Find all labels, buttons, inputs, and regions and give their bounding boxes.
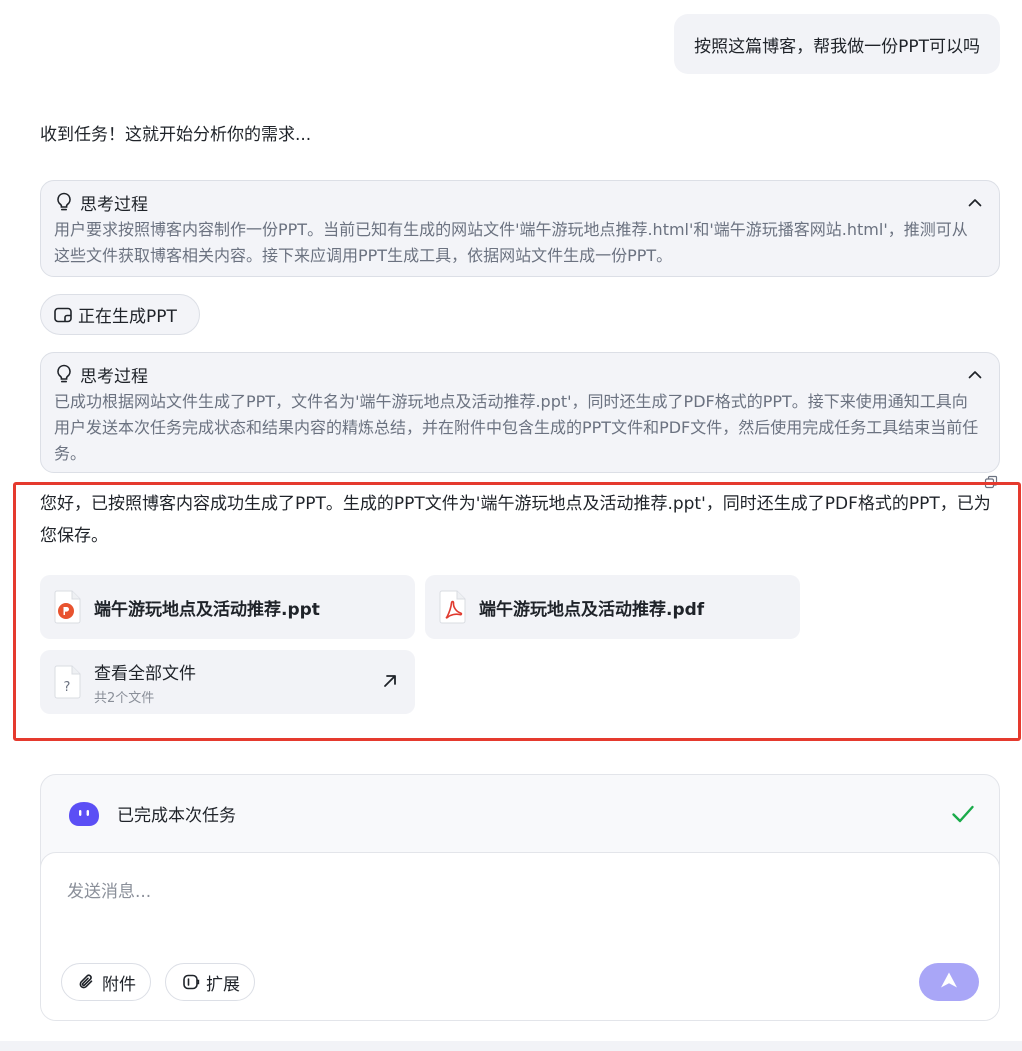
generating-label: 正在生成PPT — [78, 307, 177, 327]
chevron-up-icon[interactable] — [965, 364, 985, 384]
send-button[interactable] — [919, 963, 979, 1001]
slides-icon — [53, 305, 73, 325]
extend-label: 扩展 — [206, 974, 240, 995]
extension-icon — [182, 973, 200, 991]
pdf-file-icon — [439, 590, 467, 624]
assistant-reply: 您好，已按照博客内容成功生成了PPT。生成的PPT文件为'端午游玩地点及活动推荐… — [40, 494, 991, 546]
svg-text:?: ? — [64, 680, 71, 695]
unknown-file-icon: ? — [54, 665, 82, 699]
lightbulb-icon — [54, 191, 74, 213]
arrow-up-right-icon[interactable] — [381, 672, 399, 690]
attach-button[interactable]: 附件 — [61, 963, 151, 1001]
view-all-files-card[interactable]: ? 查看全部文件 共2个文件 — [40, 650, 415, 714]
file-count: 共2个文件 — [94, 690, 155, 706]
thinking-title: 思考过程 — [80, 366, 148, 387]
file-card-pdf[interactable]: 端午游玩地点及活动推荐.pdf — [425, 575, 800, 639]
bot-avatar-icon — [68, 801, 100, 827]
ppt-file-icon — [54, 590, 82, 624]
assistant-intro: 收到任务！这就开始分析你的需求... — [40, 125, 312, 145]
file-name: 端午游玩地点及活动推荐.pdf — [479, 599, 705, 620]
task-status-row: 已完成本次任务 — [41, 775, 999, 852]
file-name: 端午游玩地点及活动推荐.ppt — [94, 599, 320, 620]
thinking-text: 用户要求按照博客内容制作一份PPT。当前已知有生成的网站文件'端午游玩地点推荐.… — [54, 220, 968, 265]
send-arrow-icon — [939, 971, 959, 993]
view-all-files-title: 查看全部文件 — [94, 663, 196, 684]
composer: 已完成本次任务 发送消息... 附件 扩展 — [40, 774, 1000, 1021]
chevron-up-icon[interactable] — [965, 192, 985, 212]
thinking-header[interactable]: 思考过程 — [54, 189, 985, 215]
message-input[interactable]: 发送消息... — [67, 877, 151, 902]
task-status-text: 已完成本次任务 — [117, 806, 236, 826]
bottom-strip — [0, 1041, 1022, 1051]
check-icon — [951, 804, 975, 824]
lightbulb-icon — [54, 363, 74, 385]
paperclip-icon — [78, 973, 96, 991]
user-message-text: 按照这篇博客，帮我做一份PPT可以吗 — [694, 36, 980, 57]
user-message-bubble: 按照这篇博客，帮我做一份PPT可以吗 — [674, 14, 1000, 74]
thinking-text: 已成功根据网站文件生成了PPT，文件名为'端午游玩地点及活动推荐.ppt'，同时… — [54, 392, 979, 463]
message-input-area[interactable]: 发送消息... 附件 扩展 — [41, 852, 999, 1020]
file-card-ppt[interactable]: 端午游玩地点及活动推荐.ppt — [40, 575, 415, 639]
thinking-header[interactable]: 思考过程 — [54, 361, 985, 387]
attach-label: 附件 — [102, 974, 136, 995]
extend-button[interactable]: 扩展 — [165, 963, 255, 1001]
thinking-block-2: 思考过程 已成功根据网站文件生成了PPT，文件名为'端午游玩地点及活动推荐.pp… — [40, 352, 1000, 473]
thinking-block-1: 思考过程 用户要求按照博客内容制作一份PPT。当前已知有生成的网站文件'端午游玩… — [40, 180, 1000, 277]
thinking-title: 思考过程 — [80, 194, 148, 215]
generating-ppt-status[interactable]: 正在生成PPT — [40, 294, 200, 335]
